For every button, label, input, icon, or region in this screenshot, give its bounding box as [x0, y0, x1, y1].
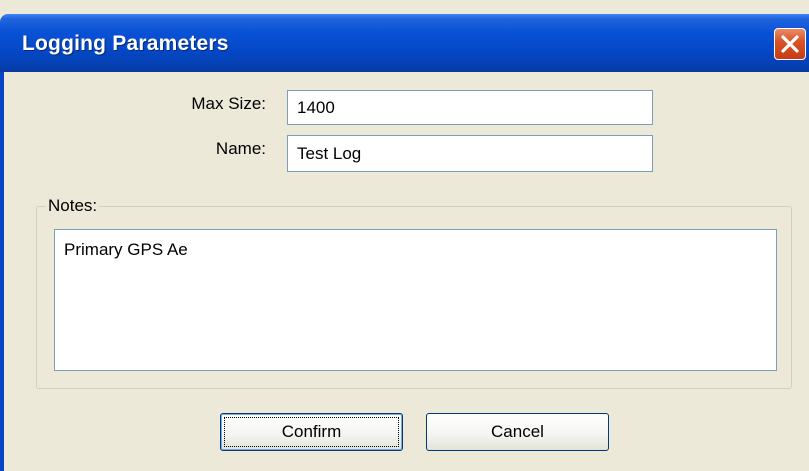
confirm-button[interactable]: Confirm: [220, 413, 403, 451]
title-bar[interactable]: Logging Parameters: [0, 14, 809, 72]
notes-textarea[interactable]: Primary GPS Ae: [54, 229, 777, 371]
name-label: Name:: [215, 139, 266, 158]
cancel-button[interactable]: Cancel: [426, 413, 609, 451]
window-frame-left: [0, 72, 4, 471]
window-title: Logging Parameters: [22, 32, 229, 55]
focus-ring: [224, 417, 399, 447]
notes-group-label: Notes:: [46, 196, 100, 216]
close-button[interactable]: [774, 28, 806, 60]
max-size-label: Max Size:: [191, 94, 266, 113]
cancel-button-label: Cancel: [491, 422, 544, 441]
close-icon: [781, 35, 799, 53]
logging-parameters-dialog: Logging Parameters Max Size: Name: Notes…: [0, 0, 809, 471]
name-input[interactable]: [287, 135, 653, 172]
max-size-input[interactable]: [287, 90, 653, 125]
